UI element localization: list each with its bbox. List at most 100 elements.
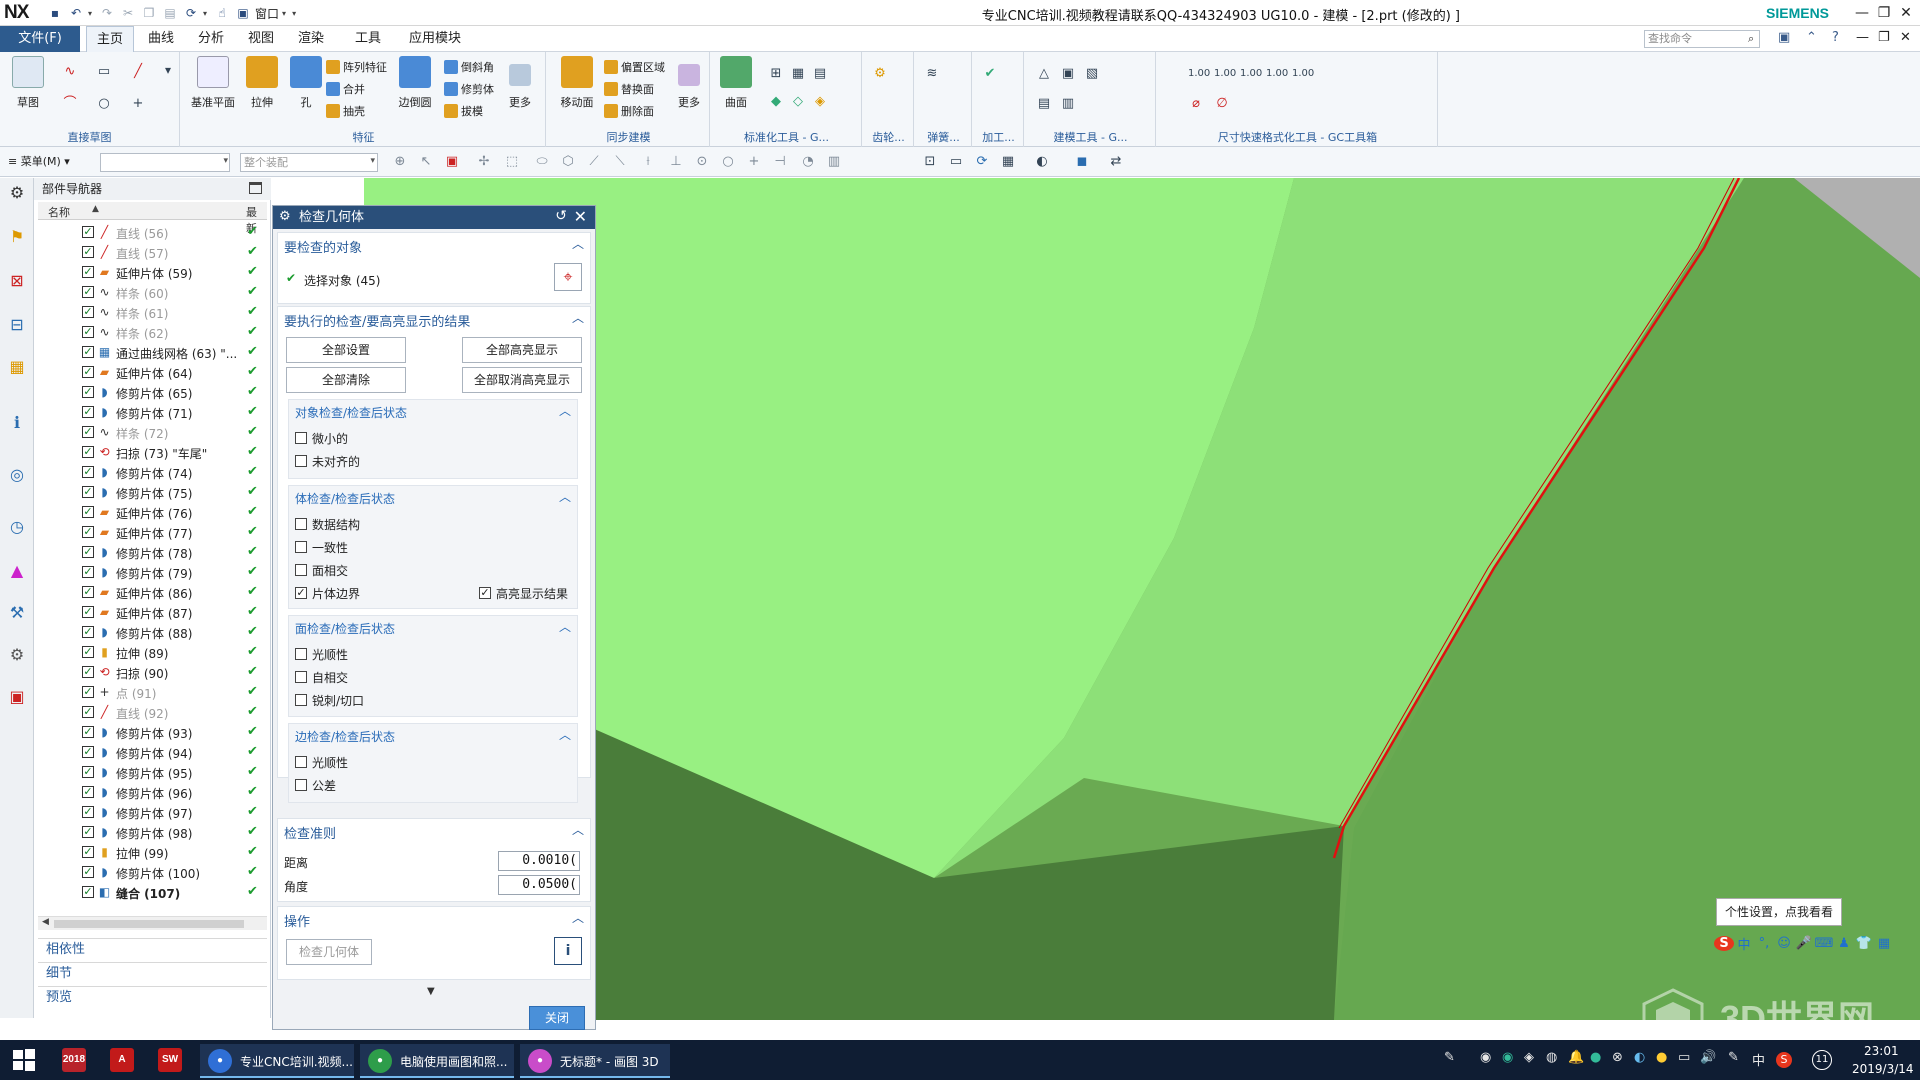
tree-row-checkbox[interactable]: ✓ [82, 446, 94, 458]
tray-app-7-icon[interactable]: ◐ [1634, 1050, 1645, 1065]
manufacturing-wizard-icon[interactable]: ⚙ [6, 644, 28, 666]
section-objects-title[interactable]: 要检查的对象 [284, 237, 362, 256]
tree-row-checkbox[interactable]: ✓ [82, 386, 94, 398]
tab-tools[interactable]: 工具 [338, 26, 398, 52]
tree-row-checkbox[interactable]: ✓ [82, 826, 94, 838]
help-icon[interactable]: ? [1832, 30, 1839, 45]
sogou-ime-icon[interactable]: S [1714, 935, 1734, 951]
horizontal-scrollbar[interactable]: ◀ [38, 916, 267, 930]
doc-restore-icon[interactable]: ❐ [1878, 30, 1890, 45]
column-name[interactable]: 名称 [48, 204, 70, 220]
tree-row[interactable]: ✓ ∿ 样条 (72) ✔ [38, 422, 267, 442]
section-objects-collapse-icon[interactable]: ︿ [572, 235, 584, 252]
command-search-input[interactable]: 查找命令 [1644, 30, 1760, 48]
extrude-button[interactable]: 拉伸 [242, 56, 282, 120]
object-checks-collapse-icon[interactable]: ︿ [559, 402, 571, 419]
part-navigator-pin-icon[interactable] [249, 182, 262, 194]
tree-row-checkbox[interactable]: ✓ [82, 426, 94, 438]
taskbar-window-1[interactable]: ● 专业CNC培训.视频... [200, 1044, 354, 1078]
checkbox-tiny[interactable] [295, 432, 307, 444]
shell-button[interactable]: 抽壳 [326, 102, 365, 120]
triangle-tool-icon[interactable]: △ [1036, 66, 1052, 82]
selection-scope-select[interactable]: 整个装配 [240, 153, 378, 172]
point-tool-icon[interactable]: + [130, 96, 146, 112]
move-face-button[interactable]: 移动面 [554, 56, 600, 120]
selection-tool-6-icon[interactable]: ⬭ [534, 154, 550, 170]
view-zoom-icon[interactable]: ▭ [948, 154, 964, 170]
windows-start-icon[interactable] [12, 1048, 36, 1072]
tree-row[interactable]: ✓ ▰ 延伸片体 (86) ✔ [38, 582, 267, 602]
dialog-more-icon[interactable]: ▼ [427, 986, 435, 997]
scroll-left-icon[interactable]: ◀ [42, 917, 49, 927]
close-window-button[interactable]: ✕ [1894, 2, 1918, 24]
ime-emoji-icon[interactable]: ☺ [1774, 936, 1794, 951]
tree-row-checkbox[interactable]: ✓ [82, 326, 94, 338]
offset-region-button[interactable]: 偏置区域 [604, 58, 665, 76]
circle-icon[interactable]: ○ [96, 96, 112, 112]
check-face-smoothness[interactable]: 光顺性 [295, 646, 348, 662]
tree-row-checkbox[interactable]: ✓ [82, 746, 94, 758]
selection-tool-4-icon[interactable]: ✢ [476, 154, 492, 170]
tree-row[interactable]: ✓ ◗ 修剪片体 (78) ✔ [38, 542, 267, 562]
tree-row-checkbox[interactable]: ✓ [82, 866, 94, 878]
tree-row[interactable]: ✓ ╱ 直线 (56) ✔ [38, 222, 267, 242]
dialog-reset-icon[interactable]: ↺ [555, 208, 567, 224]
tree-row-checkbox[interactable]: ✓ [82, 766, 94, 778]
ime-keyboard-icon[interactable]: ⌨ [1814, 936, 1834, 951]
part-navigator-icon[interactable]: ⊟ [6, 314, 28, 336]
gc-tool-5-icon[interactable]: ◇ [790, 94, 806, 110]
tree-row-checkbox[interactable]: ✓ [82, 506, 94, 518]
section-checks-title[interactable]: 要执行的检查/要高亮显示的结果 [284, 311, 470, 330]
taskbar-window-3[interactable]: ● 无标题* - 画图 3D [520, 1044, 670, 1078]
dim-format-1-icon[interactable]: 1.00 [1188, 66, 1210, 82]
select-objects-crosshair-icon[interactable]: ⌖ [554, 263, 582, 291]
check-tiny[interactable]: 微小的 [295, 430, 348, 446]
resource-bar-icon[interactable]: ▣ [1778, 30, 1790, 45]
tree-row-checkbox[interactable]: ✓ [82, 706, 94, 718]
snap-3-icon[interactable]: ⟊ [640, 154, 656, 170]
tree-row-checkbox[interactable]: ✓ [82, 686, 94, 698]
view-cube-icon[interactable]: ◼ [1074, 154, 1090, 170]
tree-row-checkbox[interactable]: ✓ [82, 566, 94, 578]
check-edge-smoothness[interactable]: 光顺性 [295, 754, 348, 770]
spring-tool-icon[interactable]: ≋ [924, 66, 940, 82]
tree-row-checkbox[interactable]: ✓ [82, 406, 94, 418]
tab-render[interactable]: 渲染 [288, 26, 334, 52]
dialog-close-icon[interactable]: ✕ [574, 207, 587, 226]
section-details[interactable]: 细节 [38, 962, 267, 984]
surface-button[interactable]: 曲面 [716, 56, 756, 120]
replace-face-button[interactable]: 替换面 [604, 80, 654, 98]
modeling-tool-3-icon[interactable]: ▧ [1084, 66, 1100, 82]
tree-row[interactable]: ✓ ⟲ 扫掠 (90) ✔ [38, 662, 267, 682]
pen-tray-icon[interactable]: ✎ [1728, 1050, 1739, 1065]
selection-tool-7-icon[interactable]: ⬡ [560, 154, 576, 170]
dialog-settings-icon[interactable]: ⚙ [279, 209, 291, 224]
edge-checks-title[interactable]: 边检查/检查后状态 [295, 728, 395, 745]
snap-7-icon[interactable]: + [746, 154, 762, 170]
checkbox-face-intersection[interactable] [295, 564, 307, 576]
section-dependencies[interactable]: 相依性 [38, 938, 267, 960]
clock-time[interactable]: 23:01 [1864, 1044, 1899, 1058]
tree-row-checkbox[interactable]: ✓ [82, 546, 94, 558]
check-face-intersection[interactable]: 面相交 [295, 562, 348, 578]
tree-row[interactable]: ✓ ╱ 直线 (57) ✔ [38, 242, 267, 262]
dim-tool-7-icon[interactable]: ∅ [1214, 96, 1230, 112]
sort-ascending-icon[interactable]: ▲ [92, 204, 99, 214]
unite-button[interactable]: 合并 [326, 80, 365, 98]
tree-row-checkbox[interactable]: ✓ [82, 246, 94, 258]
check-consistency[interactable]: 一致性 [295, 539, 348, 555]
render-style-icon[interactable]: ◐ [1034, 154, 1050, 170]
check-geometry-button[interactable]: 检查几何体 [286, 939, 372, 965]
tree-row[interactable]: ✓ ◗ 修剪片体 (96) ✔ [38, 782, 267, 802]
tree-row[interactable]: ✓ ▰ 延伸片体 (87) ✔ [38, 602, 267, 622]
tree-row[interactable]: ✓ ▮ 拉伸 (89) ✔ [38, 642, 267, 662]
tree-row-checkbox[interactable]: ✓ [82, 266, 94, 278]
tree-row[interactable]: ✓ ◗ 修剪片体 (94) ✔ [38, 742, 267, 762]
edge-blend-button[interactable]: 边倒圆 [392, 56, 438, 120]
view-fit-icon[interactable]: ⊡ [922, 154, 938, 170]
assembly-navigator-icon[interactable]: ⚑ [6, 226, 28, 248]
line-tool-icon[interactable]: ╱ [130, 64, 146, 80]
ime-punctuation-icon[interactable]: °, [1754, 936, 1774, 951]
checkbox-spikes-cuts[interactable] [295, 694, 307, 706]
check-self-intersection[interactable]: 自相交 [295, 669, 348, 685]
